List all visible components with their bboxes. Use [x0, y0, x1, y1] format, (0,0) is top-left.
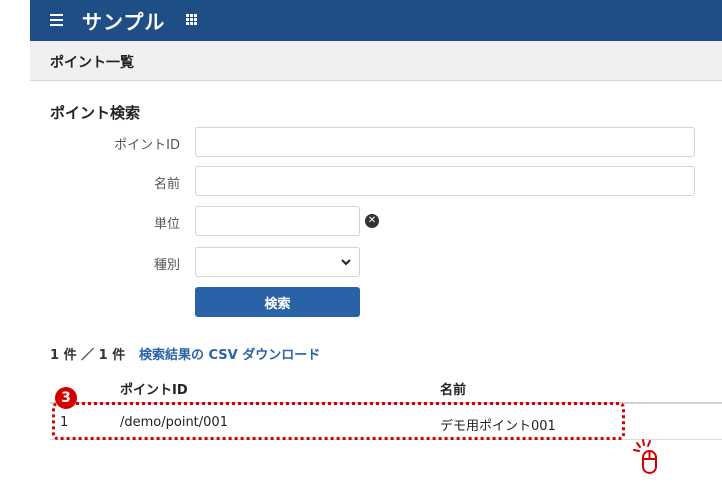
- step-badge: 3: [55, 387, 77, 409]
- page-title-bar: ポイント一覧: [30, 41, 722, 81]
- type-select[interactable]: [195, 247, 360, 277]
- result-count: 1 件 ／ 1 件: [50, 348, 126, 363]
- highlight-box: [52, 402, 625, 440]
- column-header-point-id[interactable]: ポイントID: [120, 379, 188, 398]
- name-input[interactable]: [195, 166, 695, 196]
- search-button[interactable]: 検索: [195, 287, 360, 317]
- point-id-input[interactable]: [195, 127, 695, 157]
- unit-input[interactable]: [195, 206, 360, 236]
- csv-download-link[interactable]: 検索結果の CSV ダウンロード: [139, 344, 320, 363]
- clear-icon[interactable]: ✕: [365, 214, 379, 228]
- grid-apps-icon[interactable]: [186, 14, 198, 26]
- chevron-down-icon: [341, 259, 351, 266]
- point-id-label: ポイントID: [114, 138, 180, 153]
- page: サンプル ポイント一覧 ポイント検索 ポイントID 名前 単位 ✕ 種別 検索 …: [30, 0, 722, 484]
- unit-label: 単位: [153, 217, 180, 232]
- column-header-name[interactable]: 名前: [440, 379, 466, 398]
- type-label: 種別: [153, 258, 180, 273]
- hamburger-menu-icon[interactable]: [50, 14, 63, 26]
- page-title: ポイント一覧: [50, 55, 134, 71]
- app-header: サンプル: [30, 0, 722, 41]
- mouse-click-icon: [633, 439, 657, 474]
- search-section-title: ポイント検索: [50, 104, 141, 122]
- name-label: 名前: [153, 177, 180, 192]
- table-header: ポイントID 名前: [50, 372, 722, 404]
- app-title: サンプル: [82, 10, 166, 34]
